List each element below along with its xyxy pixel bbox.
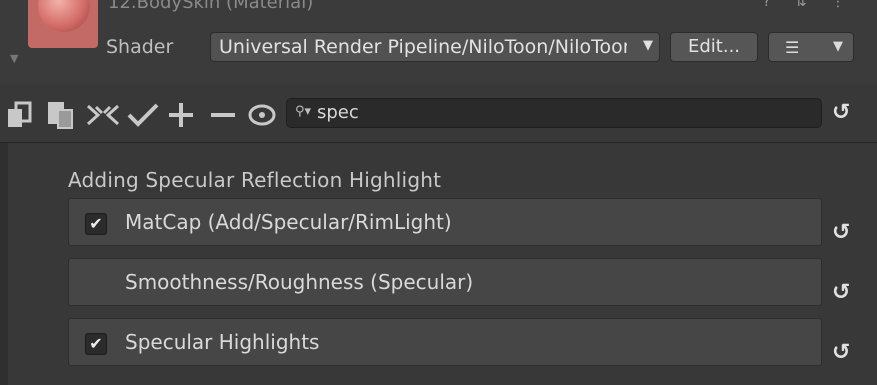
reset-specular-icon[interactable]: ↺: [832, 340, 850, 365]
group-row-matcap[interactable]: ✔ MatCap (Add/Specular/RimLight): [68, 198, 822, 246]
header-action-icons[interactable]: ? ⇅ ⋮: [763, 0, 855, 10]
search-icon: ⚲▾: [295, 104, 312, 119]
list-icon: ☰: [785, 38, 800, 57]
specular-highlights-checkbox[interactable]: ✔: [85, 333, 107, 355]
eye-icon[interactable]: [246, 101, 278, 133]
group-row-smoothness[interactable]: Smoothness/Roughness (Specular): [68, 258, 822, 306]
reset-smoothness-icon[interactable]: ↺: [832, 280, 850, 305]
material-header: ▼ 12.BodySkin (Material) ? ⇅ ⋮ Shader Un…: [0, 0, 877, 84]
plus-icon[interactable]: [166, 101, 196, 133]
menu-arrow-icon: ▼: [833, 39, 843, 54]
dropdown-arrow-icon: ▼: [643, 38, 653, 53]
reset-search-icon[interactable]: ↺: [832, 100, 850, 125]
material-preview-thumbnail[interactable]: [28, 0, 98, 48]
reset-matcap-icon[interactable]: ↺: [832, 220, 850, 245]
section-title: Adding Specular Reflection Highlight: [68, 168, 442, 192]
shader-dropdown[interactable]: Universal Render Pipeline/NiloToon/NiloT…: [210, 32, 660, 62]
search-value: spec: [317, 102, 359, 123]
copy-icon[interactable]: [6, 101, 36, 133]
group-row-specular-highlights[interactable]: ✔ Specular Highlights: [68, 318, 822, 366]
edit-shader-button[interactable]: Edit...: [670, 32, 758, 62]
minus-icon[interactable]: [208, 101, 238, 133]
preview-sphere: [38, 0, 90, 32]
group-row-label: Smoothness/Roughness (Specular): [125, 270, 474, 294]
check-icon[interactable]: [126, 101, 160, 133]
group-row-label: MatCap (Add/Specular/RimLight): [125, 210, 452, 234]
shader-dropdown-value: Universal Render Pipeline/NiloToon/NiloT…: [219, 36, 627, 58]
material-title: 12.BodySkin (Material): [108, 0, 314, 13]
matcap-checkbox[interactable]: ✔: [85, 213, 107, 235]
group-row-label: Specular Highlights: [125, 330, 320, 354]
left-gutter: [0, 143, 8, 385]
shader-menu-button[interactable]: ☰ ▼: [768, 32, 854, 62]
collapse-icon[interactable]: [84, 102, 122, 132]
shader-label: Shader: [106, 36, 174, 58]
foldout-arrow-icon[interactable]: ▼: [10, 52, 18, 65]
property-search-input[interactable]: ⚲▾ spec: [286, 98, 822, 128]
paste-icon[interactable]: [46, 100, 76, 134]
